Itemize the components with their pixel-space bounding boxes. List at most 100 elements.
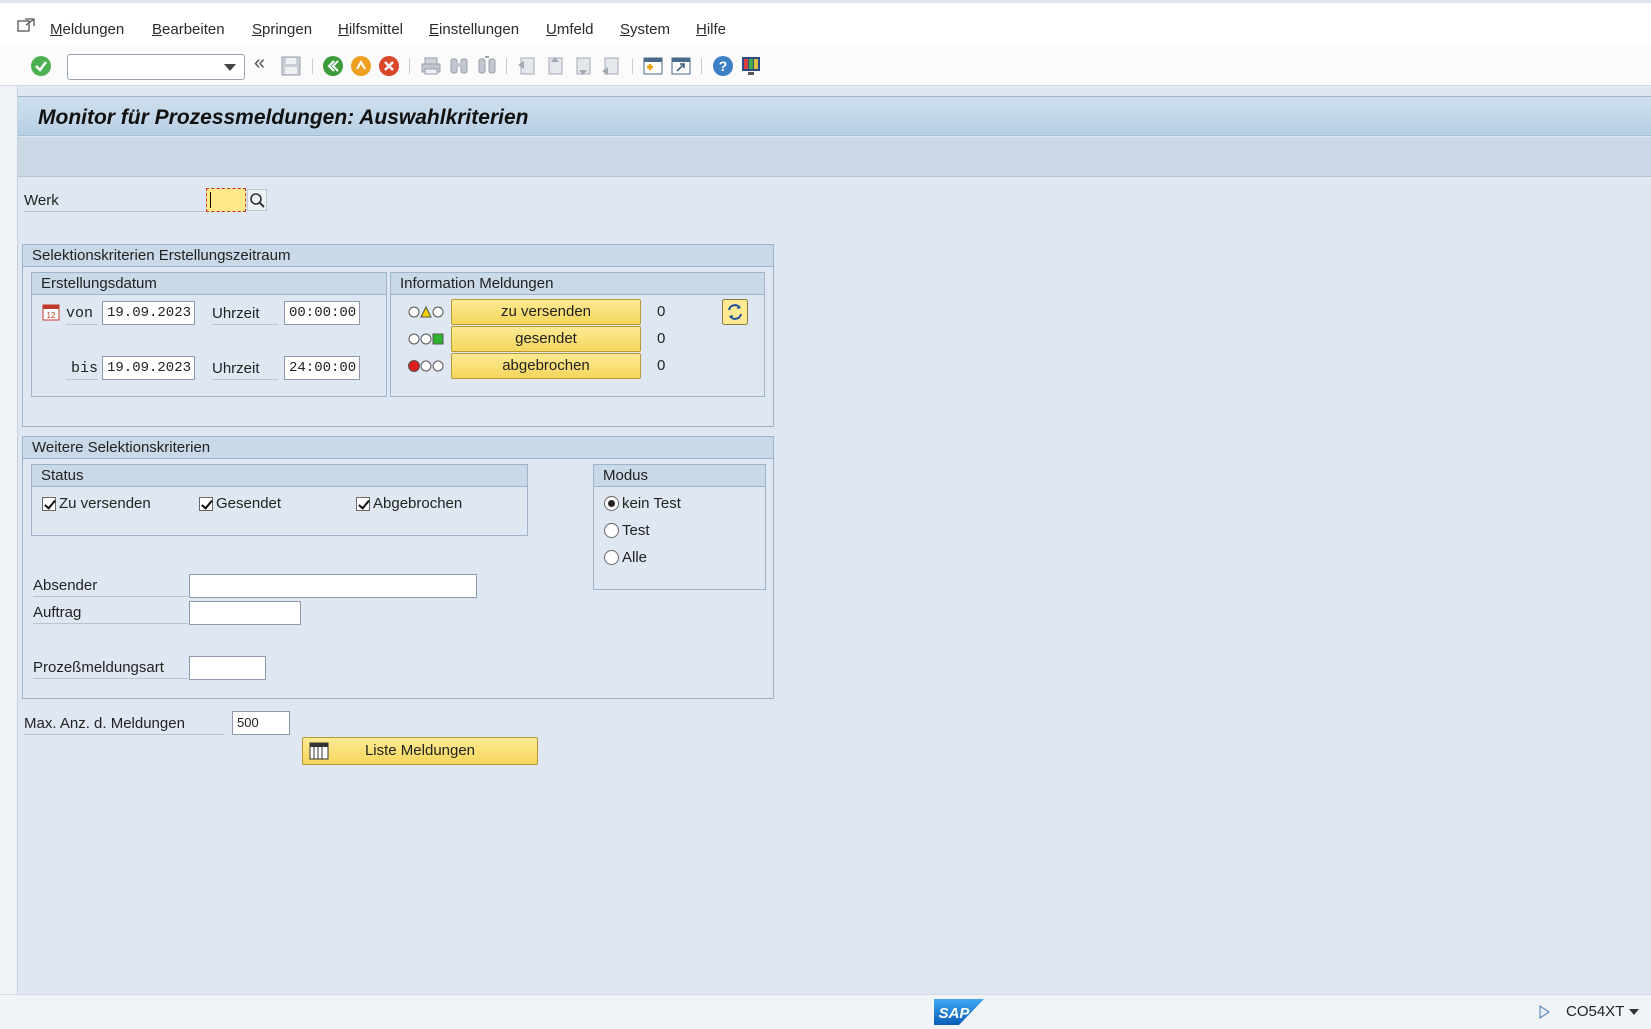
toolbar-separator: [506, 58, 507, 74]
menu-system[interactable]: System: [620, 21, 670, 38]
menu-meldungen[interactable]: Meldungen: [50, 21, 124, 38]
toolbar-separator: [701, 58, 702, 74]
find-icon[interactable]: [448, 55, 470, 77]
zu-versenden-checkbox-label: Zu versenden: [59, 495, 151, 512]
group-weitere-selektionskriterien: Weitere Selektionskriterien Status Zu ve…: [22, 436, 774, 699]
toolbar-separator: [312, 58, 313, 74]
max-meldungen-value: 500: [237, 715, 259, 730]
help-icon[interactable]: ?: [712, 55, 734, 77]
liste-meldungen-button[interactable]: Liste Meldungen: [302, 737, 538, 765]
enter-check-icon[interactable]: [30, 55, 52, 77]
application-toolbar: [18, 137, 1651, 177]
menu-hilfe[interactable]: Hilfe: [696, 21, 726, 38]
alle-radio[interactable]: [604, 550, 619, 565]
sap-logo-text: SAP: [939, 1005, 971, 1022]
create-shortcut-icon[interactable]: [670, 55, 692, 77]
group-information-meldungen: Information Meldungen zu versenden 0 ges…: [390, 272, 765, 397]
abgebrochen-checkbox-label: Abgebrochen: [373, 495, 463, 512]
command-field[interactable]: [67, 54, 245, 80]
auftrag-label: Auftrag: [33, 604, 188, 624]
von-date-input[interactable]: 19.09.2023: [102, 301, 195, 325]
system-info: CO54XT: [1566, 1003, 1625, 1020]
chevron-down-icon[interactable]: [224, 64, 236, 71]
von-time-value: 00:00:00: [289, 305, 357, 321]
group-information-meldungen-title: Information Meldungen: [391, 273, 764, 295]
last-page-icon[interactable]: [600, 55, 622, 77]
kein-test-radio[interactable]: [604, 496, 619, 511]
toolbar-separator: [409, 58, 410, 74]
von-date-value: 19.09.2023: [107, 305, 192, 321]
svg-text:?: ?: [719, 58, 728, 74]
main-area: Monitor für Prozessmeldungen: Auswahlkri…: [17, 86, 1651, 994]
save-icon[interactable]: [280, 55, 302, 77]
double-chevron-left-icon[interactable]: «: [254, 52, 276, 74]
bis-date-input[interactable]: 19.09.2023: [102, 356, 195, 380]
group-erstellungsdatum-title: Erstellungsdatum: [32, 273, 386, 295]
list-icon: [309, 742, 329, 760]
max-meldungen-label: Max. Anz. d. Meldungen: [24, 715, 224, 735]
bis-time-input[interactable]: 24:00:00: [284, 356, 360, 380]
alle-label: Alle: [622, 549, 648, 566]
new-session-icon[interactable]: [642, 55, 664, 77]
text-cursor: [210, 192, 211, 208]
refresh-icon[interactable]: [722, 299, 748, 325]
play-triangle-icon[interactable]: [1538, 1005, 1550, 1019]
find-next-icon[interactable]: [476, 55, 498, 77]
werk-input[interactable]: [206, 188, 246, 212]
menu-bearbeiten[interactable]: Bearbeiten: [152, 21, 225, 38]
group-erstellungszeitraum-title: Selektionskriterien Erstellungszeitraum: [23, 245, 773, 267]
abgebrochen-count: 0: [657, 357, 666, 374]
exit-icon[interactable]: [350, 55, 372, 77]
abgebrochen-button[interactable]: abgebrochen: [451, 353, 641, 379]
liste-meldungen-label: Liste Meldungen: [364, 742, 476, 759]
group-erstellungsdatum: Erstellungsdatum 12 von 19.09.2023 Uhrze…: [31, 272, 387, 397]
chevron-down-icon[interactable]: [1629, 1009, 1639, 1015]
bis-date-value: 19.09.2023: [107, 360, 192, 376]
traffic-light-red-icon: [408, 360, 444, 372]
title-bar: Monitor für Prozessmeldungen: Auswahlkri…: [18, 96, 1651, 136]
print-icon[interactable]: [420, 55, 442, 77]
menu-umfeld[interactable]: Umfeld: [546, 21, 594, 38]
svg-text:12: 12: [47, 311, 56, 320]
group-modus-title: Modus: [594, 465, 765, 487]
menu-toggle-icon[interactable]: [17, 18, 35, 34]
absender-input[interactable]: [189, 574, 477, 598]
gesendet-button[interactable]: gesendet: [451, 326, 641, 352]
auftrag-input[interactable]: [189, 601, 301, 625]
next-page-icon[interactable]: [572, 55, 594, 77]
zu-versenden-checkbox[interactable]: [42, 497, 56, 511]
prozessmeldungsart-label: Prozeßmeldungsart: [33, 659, 188, 679]
back-icon[interactable]: [322, 55, 344, 77]
test-radio[interactable]: [604, 523, 619, 538]
group-erstellungszeitraum: Selektionskriterien Erstellungszeitraum …: [22, 244, 774, 427]
kein-test-label: kein Test: [622, 495, 681, 512]
von-time-label: Uhrzeit: [212, 305, 278, 325]
prozessmeldungsart-input[interactable]: [189, 656, 266, 680]
menu-hilfsmittel[interactable]: Hilfsmittel: [338, 21, 403, 38]
bis-time-label: Uhrzeit: [212, 360, 278, 380]
traffic-light-green-icon: [408, 333, 444, 345]
search-help-icon[interactable]: [247, 189, 267, 211]
menu-einstellungen[interactable]: Einstellungen: [429, 21, 519, 38]
previous-page-icon[interactable]: [544, 55, 566, 77]
group-weitere-title: Weitere Selektionskriterien: [23, 437, 773, 459]
bis-label: bis: [66, 360, 98, 380]
test-label: Test: [622, 522, 650, 539]
toolbar-separator: [632, 58, 633, 74]
traffic-light-yellow-icon: [408, 305, 444, 318]
gesendet-count: 0: [657, 330, 666, 347]
bis-time-value: 24:00:00: [289, 360, 357, 376]
abgebrochen-checkbox[interactable]: [356, 497, 370, 511]
von-label: von: [66, 305, 98, 325]
zu-versenden-button[interactable]: zu versenden: [451, 299, 641, 325]
gesendet-checkbox[interactable]: [199, 497, 213, 511]
customize-layout-icon[interactable]: [740, 55, 762, 77]
absender-label: Absender: [33, 577, 188, 597]
von-time-input[interactable]: 00:00:00: [284, 301, 360, 325]
first-page-icon[interactable]: [516, 55, 538, 77]
group-status: Status Zu versenden Gesendet Abgebrochen: [31, 464, 528, 536]
cancel-icon[interactable]: [378, 55, 400, 77]
menu-springen[interactable]: Springen: [252, 21, 312, 38]
max-meldungen-input[interactable]: 500: [232, 711, 290, 735]
sap-logo: SAP: [934, 999, 984, 1025]
